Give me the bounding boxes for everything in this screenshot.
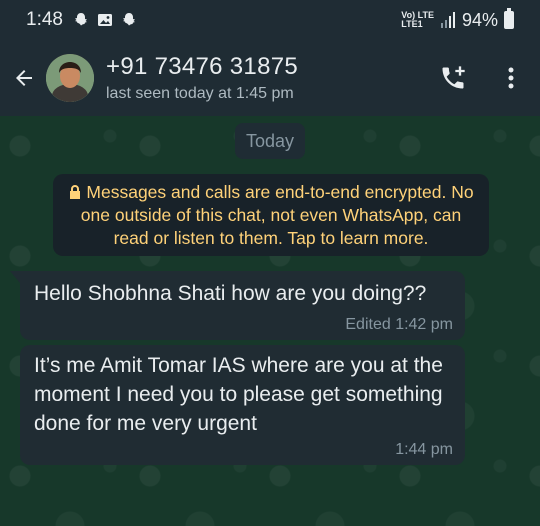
- message-meta: Edited 1:42 pm: [345, 316, 453, 333]
- status-bar: 1:48 Vo) LTE LTE1 94%: [0, 0, 540, 40]
- avatar-photo: [46, 54, 94, 102]
- network-bottom: LTE1: [401, 19, 423, 29]
- lock-icon: [70, 185, 81, 199]
- back-button[interactable]: [4, 58, 44, 98]
- status-left: 1:48: [26, 9, 137, 31]
- chat-area[interactable]: Today Messages and calls are end-to-end …: [0, 116, 540, 526]
- battery-percent: 94%: [461, 9, 498, 30]
- more-vertical-icon: [508, 67, 514, 89]
- status-time: 1:48: [26, 9, 63, 30]
- last-seen-status: last seen today at 1:45 pm: [106, 85, 294, 102]
- snapchat-ghost-icon: [74, 13, 87, 26]
- contact-name: +91 73476 31875: [106, 53, 299, 80]
- date-chip: Today: [235, 123, 305, 159]
- battery-icon: [504, 8, 514, 29]
- add-call-icon: [442, 66, 465, 89]
- message-text: Hello Shobhna Shati how are you doing??: [34, 282, 427, 305]
- status-right: Vo) LTE LTE1 94%: [401, 8, 514, 31]
- avatar[interactable]: [46, 54, 94, 102]
- network-indicator: Vo) LTE LTE1: [401, 11, 434, 29]
- contact-info[interactable]: +91 73476 31875 last seen today at 1:45 …: [106, 53, 298, 103]
- message-bubble[interactable]: It’s me Amit Tomar IAS where are you at …: [20, 345, 465, 465]
- encryption-notice[interactable]: Messages and calls are end-to-end encryp…: [53, 174, 489, 256]
- add-call-button[interactable]: [438, 63, 468, 93]
- message-text: It’s me Amit Tomar IAS where are you at …: [34, 354, 443, 435]
- chat-header: +91 73476 31875 last seen today at 1:45 …: [0, 40, 540, 116]
- signal-icon: [440, 12, 455, 28]
- message-meta: 1:44 pm: [395, 441, 453, 458]
- message-bubble[interactable]: Hello Shobhna Shati how are you doing?? …: [10, 271, 465, 340]
- encryption-notice-text: Messages and calls are end-to-end encryp…: [80, 182, 474, 248]
- back-arrow-icon: [16, 70, 32, 86]
- more-options-button[interactable]: [496, 63, 526, 93]
- snapchat-ghost-icon: [122, 13, 135, 26]
- header-actions: [438, 40, 526, 116]
- gallery-icon: [97, 14, 112, 26]
